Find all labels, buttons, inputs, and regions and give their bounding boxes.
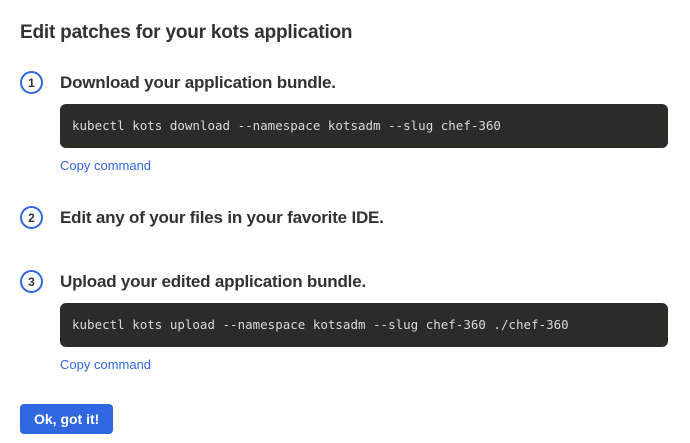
step-title: Download your application bundle. xyxy=(60,73,336,93)
step-download: 1 Download your application bundle. kube… xyxy=(20,71,668,175)
step-number-badge-3: 3 xyxy=(20,270,43,293)
copy-command-link-upload[interactable]: Copy command xyxy=(60,357,151,372)
step-title: Edit any of your files in your favorite … xyxy=(60,208,384,228)
ok-got-it-button[interactable]: Ok, got it! xyxy=(20,404,113,434)
step-download-header: 1 Download your application bundle. xyxy=(20,71,668,94)
step-number-badge-2: 2 xyxy=(20,206,43,229)
command-snippet-download: kubectl kots download --namespace kotsad… xyxy=(60,104,668,148)
step-edit: 2 Edit any of your files in your favorit… xyxy=(20,206,668,229)
step-upload-header: 3 Upload your edited application bundle. xyxy=(20,270,668,293)
step-number-badge-1: 1 xyxy=(20,71,43,94)
command-snippet-upload: kubectl kots upload --namespace kotsadm … xyxy=(60,303,668,347)
footer: Ok, got it! xyxy=(20,404,668,434)
step-upload-body: kubectl kots upload --namespace kotsadm … xyxy=(60,303,668,374)
edit-patches-panel: Edit patches for your kots application 1… xyxy=(0,0,690,434)
step-edit-header: 2 Edit any of your files in your favorit… xyxy=(20,206,668,229)
copy-command-link-download[interactable]: Copy command xyxy=(60,158,151,173)
step-download-body: kubectl kots download --namespace kotsad… xyxy=(60,104,668,175)
step-title: Upload your edited application bundle. xyxy=(60,272,366,292)
step-upload: 3 Upload your edited application bundle.… xyxy=(20,270,668,374)
page-title: Edit patches for your kots application xyxy=(20,22,668,44)
command-text: kubectl kots download --namespace kotsad… xyxy=(72,118,501,133)
command-text: kubectl kots upload --namespace kotsadm … xyxy=(72,317,569,332)
